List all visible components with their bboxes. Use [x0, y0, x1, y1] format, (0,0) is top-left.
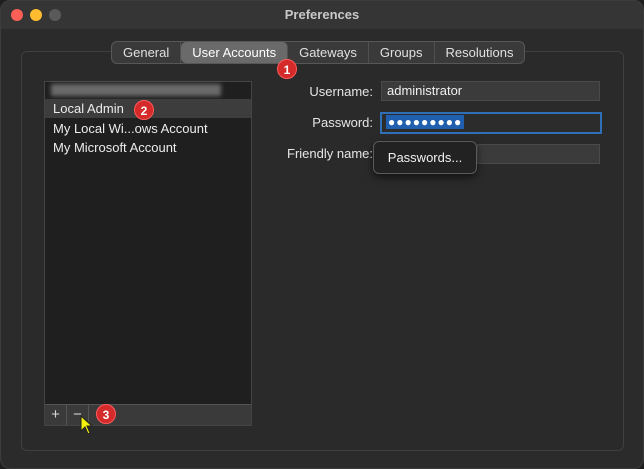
- blurred-list-header: [51, 84, 221, 96]
- accounts-list: Local Admin My Local Wi...ows Account My…: [44, 81, 252, 426]
- add-account-button[interactable]: +: [45, 405, 67, 425]
- tab-bar: General User Accounts Gateways Groups Re…: [111, 41, 526, 64]
- tab-groups[interactable]: Groups: [369, 42, 435, 63]
- username-field[interactable]: administrator: [381, 81, 600, 101]
- mouse-pointer-icon: [80, 415, 94, 435]
- window-title: Preferences: [284, 7, 360, 22]
- passwords-popover-button[interactable]: Passwords...: [373, 141, 477, 174]
- tab-general[interactable]: General: [112, 42, 182, 63]
- password-field[interactable]: ●●●●●●●●●: [380, 112, 602, 134]
- tab-gateways[interactable]: Gateways: [288, 42, 369, 63]
- list-item-local-windows-account[interactable]: My Local Wi...ows Account: [45, 119, 251, 138]
- preferences-window: Preferences General User Accounts Gatewa…: [0, 0, 644, 469]
- titlebar: Preferences: [1, 1, 643, 29]
- annotation-badge-2: 2: [134, 100, 154, 120]
- annotation-badge-1: 1: [277, 59, 297, 79]
- list-item-microsoft-account[interactable]: My Microsoft Account: [45, 138, 251, 157]
- password-label: Password:: [312, 115, 373, 130]
- password-value: ●●●●●●●●●: [386, 115, 465, 129]
- tab-resolutions[interactable]: Resolutions: [435, 42, 525, 63]
- tab-user-accounts[interactable]: User Accounts: [181, 42, 289, 63]
- username-label: Username:: [309, 84, 373, 99]
- list-footer: + −: [45, 404, 251, 425]
- friendly-name-field[interactable]: [477, 144, 600, 164]
- annotation-badge-3: 3: [96, 404, 116, 424]
- friendly-name-label: Friendly name:: [287, 146, 373, 161]
